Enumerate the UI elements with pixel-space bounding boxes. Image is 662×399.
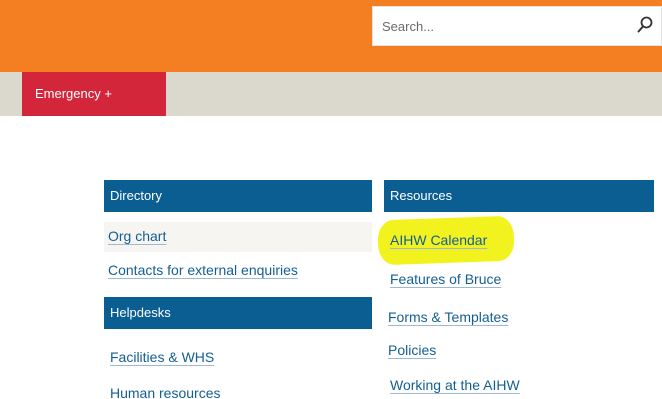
- forms-templates-link[interactable]: Forms & Templates: [388, 309, 508, 325]
- search-button[interactable]: [633, 14, 657, 38]
- external-enquiries-link[interactable]: Contacts for external enquiries: [108, 262, 298, 278]
- facilities-whs-link[interactable]: Facilities & WHS: [110, 349, 214, 365]
- intranet-page: Emergency + Directory Org chart Contacts…: [0, 0, 662, 399]
- working-at-aihw-link[interactable]: Working at the AIHW: [390, 377, 520, 393]
- aihw-calendar-link[interactable]: AIHW Calendar: [390, 232, 487, 248]
- resources-heading: Resources: [384, 180, 654, 212]
- site-header: [0, 0, 662, 72]
- search-icon: [637, 16, 653, 32]
- nav-bar: Emergency +: [0, 72, 662, 116]
- policies-link[interactable]: Policies: [388, 342, 436, 358]
- search-box: [372, 6, 662, 46]
- emergency-tab[interactable]: Emergency +: [22, 72, 166, 116]
- org-chart-link[interactable]: Org chart: [108, 228, 166, 244]
- search-input[interactable]: [373, 7, 623, 45]
- features-of-bruce-link[interactable]: Features of Bruce: [390, 271, 501, 287]
- directory-heading: Directory: [104, 180, 372, 212]
- helpdesks-heading: Helpdesks: [104, 297, 372, 329]
- human-resources-link[interactable]: Human resources: [110, 385, 221, 399]
